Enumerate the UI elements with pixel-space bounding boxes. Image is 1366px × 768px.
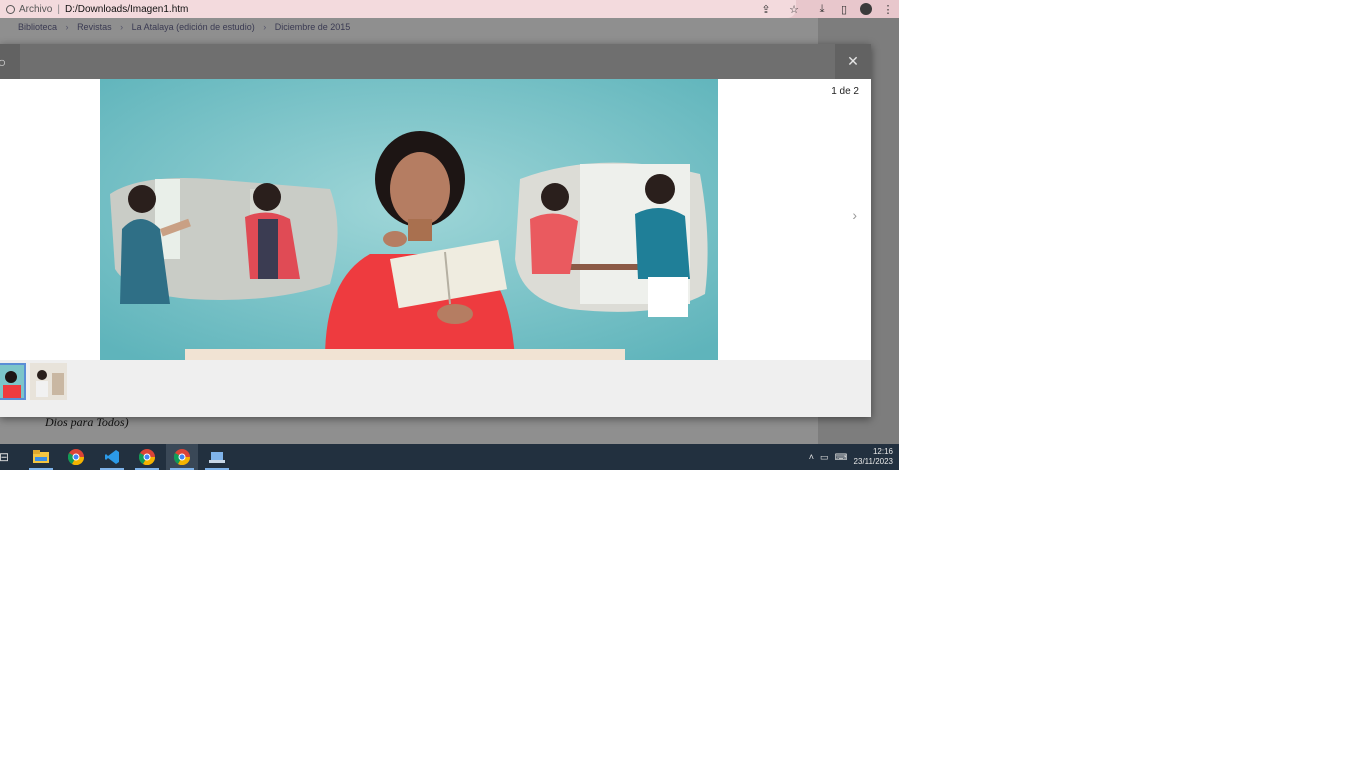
app-icon[interactable] bbox=[201, 444, 233, 470]
underlying-text: Dios para Todos) bbox=[45, 415, 129, 429]
chevron-right-icon: › bbox=[65, 22, 69, 32]
woman-reading-illustration bbox=[100, 79, 718, 360]
file-explorer-icon[interactable] bbox=[25, 444, 57, 470]
close-button[interactable]: ✕ bbox=[835, 44, 871, 79]
thumbnail-strip bbox=[0, 360, 871, 417]
chrome-icon[interactable] bbox=[60, 444, 92, 470]
vscode-icon[interactable] bbox=[96, 444, 128, 470]
profile-icon[interactable] bbox=[855, 0, 877, 18]
viewer-toolbar: ○ ✕ bbox=[0, 44, 871, 79]
address-bar: Archivo | D:/Downloads/Imagen1.htm ⇪ ☆ ⤓… bbox=[0, 0, 899, 18]
scheme-label: Archivo bbox=[19, 3, 53, 15]
thumbnail-1[interactable] bbox=[0, 363, 26, 400]
network-icon[interactable]: ▭ bbox=[820, 452, 829, 463]
menu-icon[interactable]: ⋮ bbox=[877, 0, 899, 18]
breadcrumb: Biblioteca › Revistas › La Atalaya (edic… bbox=[18, 22, 356, 32]
scheme-separator: | bbox=[57, 3, 60, 15]
share-icon[interactable]: ⇪ bbox=[755, 0, 777, 18]
close-icon: ✕ bbox=[847, 53, 859, 69]
chevron-up-icon[interactable]: ˄ bbox=[809, 452, 814, 462]
breadcrumb-item[interactable]: Biblioteca bbox=[18, 22, 57, 32]
download-icon[interactable]: ⤓ bbox=[811, 0, 833, 18]
omnibox[interactable]: Archivo | D:/Downloads/Imagen1.htm bbox=[0, 0, 796, 18]
breadcrumb-item[interactable]: La Atalaya (edición de estudio) bbox=[132, 22, 255, 32]
sidebar-icon[interactable]: ▯ bbox=[833, 0, 855, 18]
chrome-active-icon[interactable] bbox=[166, 444, 198, 470]
chrome-icon[interactable] bbox=[131, 444, 163, 470]
info-icon[interactable] bbox=[6, 4, 15, 14]
clock-date: 23/11/2023 bbox=[853, 457, 893, 466]
url-text[interactable]: D:/Downloads/Imagen1.htm bbox=[65, 4, 188, 15]
clock[interactable]: 12:16 23/11/2023 bbox=[854, 447, 893, 467]
image-viewer-modal: ○ ✕ 1 de 2 › bbox=[0, 44, 871, 417]
breadcrumb-item[interactable]: Revistas bbox=[77, 22, 112, 32]
keyboard-icon[interactable]: ⌨ bbox=[835, 452, 848, 463]
taskbar: ⊟ ˄ ▭ ⌨ 12:16 23/11/2023 bbox=[0, 444, 899, 470]
zoom-icon[interactable]: ○ bbox=[0, 44, 20, 79]
chevron-right-icon: › bbox=[120, 22, 124, 32]
chevron-right-icon: › bbox=[263, 22, 267, 32]
screen: Archivo | D:/Downloads/Imagen1.htm ⇪ ☆ ⤓… bbox=[0, 0, 899, 470]
viewer-stage: 1 de 2 › bbox=[0, 79, 871, 360]
star-icon[interactable]: ☆ bbox=[783, 0, 805, 18]
main-image bbox=[100, 79, 718, 360]
clock-time: 12:16 bbox=[872, 447, 893, 456]
system-tray: ˄ ▭ ⌨ 12:16 23/11/2023 bbox=[809, 444, 893, 470]
breadcrumb-item[interactable]: Diciembre de 2015 bbox=[275, 22, 351, 32]
thumbnail-2[interactable] bbox=[30, 363, 67, 400]
address-bar-icons: ⇪ ☆ ⤓ ▯ ⋮ bbox=[755, 0, 899, 18]
image-counter: 1 de 2 bbox=[831, 86, 859, 97]
task-view-icon[interactable]: ⊟ bbox=[0, 444, 20, 470]
chevron-right-icon[interactable]: › bbox=[852, 207, 857, 223]
